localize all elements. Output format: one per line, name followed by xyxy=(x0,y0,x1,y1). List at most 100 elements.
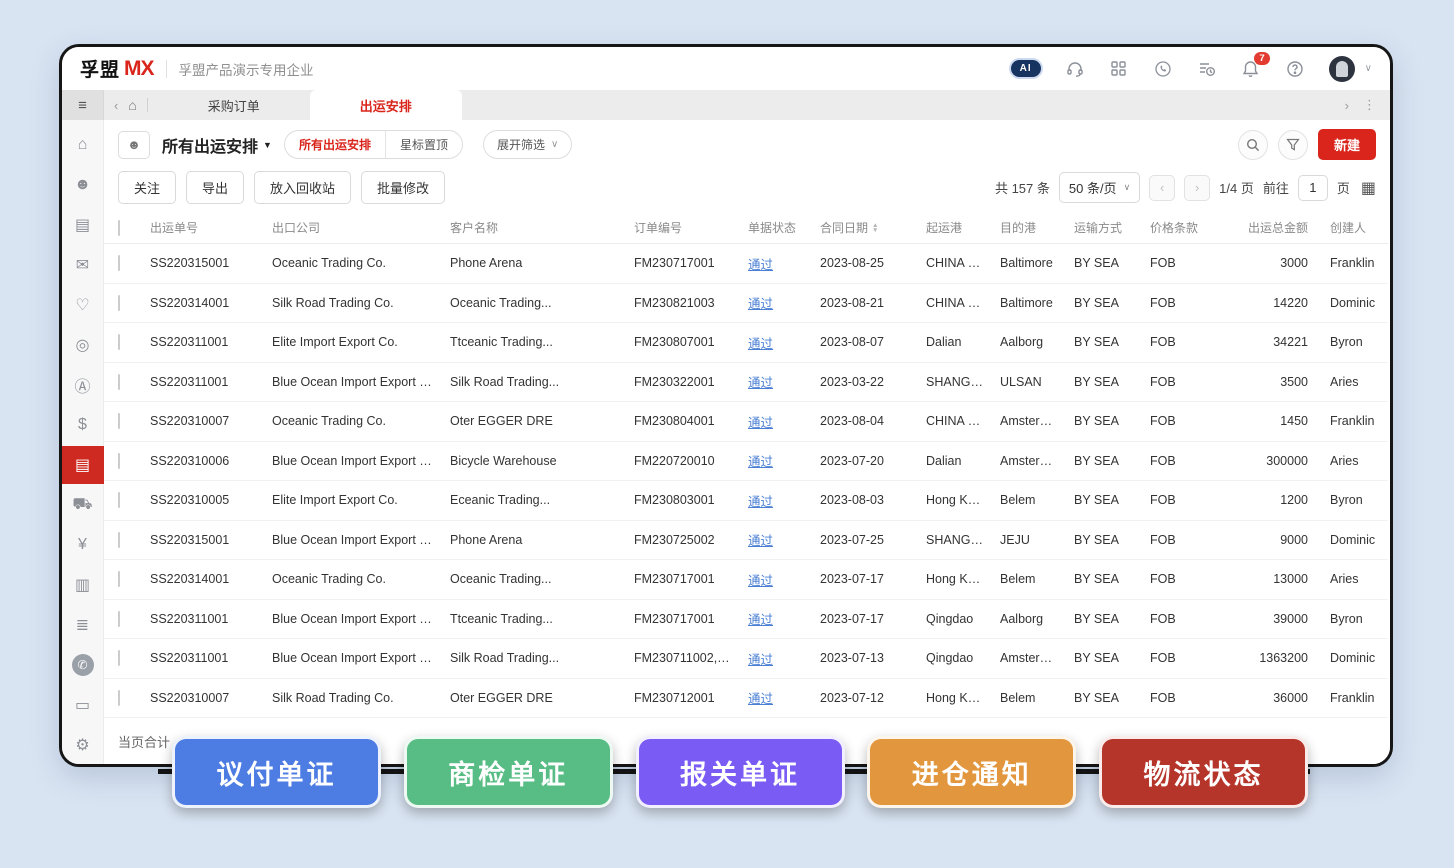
process-button-1[interactable]: 商检单证 xyxy=(404,736,613,808)
toolbar-button-2[interactable]: 放入回收站 xyxy=(254,171,351,204)
process-button-3[interactable]: 进仓通知 xyxy=(867,736,1076,808)
finance-money-icon[interactable]: ¥ xyxy=(62,526,104,564)
row-checkbox[interactable] xyxy=(118,690,120,706)
sales-briefcase-icon[interactable]: $ xyxy=(62,406,104,444)
apps-grid-icon[interactable] xyxy=(1109,59,1129,79)
toolbar-buttons: 关注导出放入回收站批量修改 xyxy=(118,171,445,204)
filter-funnel-icon[interactable] xyxy=(1278,130,1308,160)
quick-filter-segment-1[interactable]: 星标置顶 xyxy=(385,131,462,158)
settings-gear-icon[interactable]: ⚙ xyxy=(62,726,104,764)
row-checkbox[interactable] xyxy=(118,532,120,548)
quick-filter-segment-0[interactable]: 所有出运安排 xyxy=(285,131,385,158)
row-checkbox[interactable] xyxy=(118,571,120,587)
table-row[interactable]: SS220315001Blue Ocean Import Export Co.P… xyxy=(104,520,1388,560)
status-link[interactable]: 通过 xyxy=(748,653,773,667)
table-row[interactable]: SS220311001Blue Ocean Import Export Co.S… xyxy=(104,639,1388,679)
row-checkbox[interactable] xyxy=(118,492,120,508)
expand-filter-button[interactable]: 展开筛选 ∨ xyxy=(483,130,572,159)
org-chart-icon[interactable]: ▤ xyxy=(62,206,104,244)
process-button-4[interactable]: 物流状态 xyxy=(1099,736,1308,808)
status-link[interactable]: 通过 xyxy=(748,297,773,311)
select-all-checkbox[interactable] xyxy=(118,220,120,236)
avatar[interactable] xyxy=(1329,56,1355,82)
page-size-select[interactable]: 50 条/页 ∨ xyxy=(1059,172,1140,203)
table-row[interactable]: SS220314001Oceanic Trading Co.Oceanic Tr… xyxy=(104,560,1388,600)
sort-icon[interactable]: ▲▼ xyxy=(872,223,878,233)
next-page-button[interactable]: › xyxy=(1184,175,1210,201)
status-link[interactable]: 通过 xyxy=(748,495,773,509)
table-row[interactable]: SS220314001Silk Road Trading Co.Oceanic … xyxy=(104,283,1388,323)
cell: CHINA MA... xyxy=(918,402,992,442)
column-config-icon[interactable]: ▦ xyxy=(1361,178,1376,198)
status-link[interactable]: 通过 xyxy=(748,455,773,469)
prev-page-button[interactable]: ‹ xyxy=(1149,175,1175,201)
whatsapp-icon[interactable] xyxy=(1153,59,1173,79)
contacts-icon[interactable]: ☻ xyxy=(62,166,104,204)
status-link[interactable]: 通过 xyxy=(748,416,773,430)
owner-filter-button[interactable]: ☻ xyxy=(118,131,150,159)
table-row[interactable]: SS220310005Elite Import Export Co.Eceani… xyxy=(104,481,1388,521)
create-new-button[interactable]: 新建 xyxy=(1318,129,1376,160)
table-row[interactable]: SS220311001Elite Import Export Co.Ttcean… xyxy=(104,323,1388,363)
row-checkbox[interactable] xyxy=(118,453,120,469)
table-row[interactable]: SS220310006Blue Ocean Import Export Co.B… xyxy=(104,441,1388,481)
status-link[interactable]: 通过 xyxy=(748,376,773,390)
shipping-doc-icon[interactable]: ▤ xyxy=(62,446,104,484)
tab-menu-kebab-icon[interactable]: ⋮ xyxy=(1363,97,1376,113)
goto-page-input[interactable] xyxy=(1298,175,1328,201)
process-button-2[interactable]: 报关单证 xyxy=(636,736,845,808)
back-icon[interactable]: ‹ xyxy=(114,98,118,113)
status-link[interactable]: 通过 xyxy=(748,337,773,351)
process-button-0[interactable]: 议付单证 xyxy=(172,736,381,808)
row-checkbox[interactable] xyxy=(118,413,120,429)
sidebar-collapse-icon[interactable]: ≡ xyxy=(62,90,104,120)
whatsapp-icon[interactable]: ✆ xyxy=(62,646,104,684)
toolbar-button-3[interactable]: 批量修改 xyxy=(361,171,445,204)
home-tab-icon[interactable]: ⌂ xyxy=(128,97,136,113)
monitor-icon[interactable]: ▭ xyxy=(62,686,104,724)
tab-0[interactable]: 采购订单 xyxy=(158,90,310,120)
row-checkbox[interactable] xyxy=(118,650,120,666)
row-checkbox[interactable] xyxy=(118,334,120,350)
row-checkbox[interactable] xyxy=(118,611,120,627)
table-row[interactable]: SS220310007Oceanic Trading Co.Oter EGGER… xyxy=(104,402,1388,442)
help-icon[interactable] xyxy=(1285,59,1305,79)
ai-assistant-button[interactable]: AI xyxy=(1011,60,1041,77)
cell: Aries xyxy=(1316,362,1388,402)
avatar-chevron-down-icon[interactable]: ∨ xyxy=(1365,63,1372,74)
row-checkbox[interactable] xyxy=(118,295,120,311)
table-row[interactable]: SS220311001Blue Ocean Import Export Co.T… xyxy=(104,599,1388,639)
table-row[interactable]: SS220315001Oceanic Trading Co.Phone Aren… xyxy=(104,244,1388,284)
row-checkbox[interactable] xyxy=(118,255,120,271)
tab-scroll-right-icon[interactable]: › xyxy=(1345,98,1349,113)
mail-icon[interactable]: ✉ xyxy=(62,246,104,284)
report-chart-icon[interactable]: ≣ xyxy=(62,606,104,644)
cell: CHINA MA... xyxy=(918,244,992,284)
toolbar-button-1[interactable]: 导出 xyxy=(186,171,244,204)
bell-icon[interactable]: 7 xyxy=(1241,59,1261,79)
status-link[interactable]: 通过 xyxy=(748,692,773,706)
toolbar-button-0[interactable]: 关注 xyxy=(118,171,176,204)
cell: SS220311001 xyxy=(142,639,264,679)
view-selector[interactable]: 所有出运安排 ▼ xyxy=(162,133,272,157)
headset-icon[interactable] xyxy=(1065,59,1085,79)
table-row[interactable]: SS220310007Silk Road Trading Co.Oter EGG… xyxy=(104,678,1388,718)
products-bag-icon[interactable]: ♡ xyxy=(62,286,104,324)
compass-icon[interactable]: ◎ xyxy=(62,326,104,364)
app-window: 孚盟 MX 孚盟产品演示专用企业 AI xyxy=(59,44,1393,767)
cell: BY SEA xyxy=(1066,639,1142,679)
column-header[interactable]: 合同日期▲▼ xyxy=(812,212,918,244)
status-link[interactable]: 通过 xyxy=(748,613,773,627)
status-link[interactable]: 通过 xyxy=(748,258,773,272)
home-icon[interactable]: ⌂ xyxy=(62,126,104,164)
status-link[interactable]: 通过 xyxy=(748,534,773,548)
ledger-book-icon[interactable]: ▥ xyxy=(62,566,104,604)
marketing-a-icon[interactable]: Ⓐ xyxy=(62,366,104,404)
logistics-truck-icon[interactable]: ⛟ xyxy=(62,486,104,524)
status-link[interactable]: 通过 xyxy=(748,574,773,588)
tab-1[interactable]: 出运安排 xyxy=(310,90,462,120)
table-row[interactable]: SS220311001Blue Ocean Import Export Co.S… xyxy=(104,362,1388,402)
row-checkbox[interactable] xyxy=(118,374,120,390)
search-icon[interactable] xyxy=(1238,130,1268,160)
history-list-icon[interactable] xyxy=(1197,59,1217,79)
